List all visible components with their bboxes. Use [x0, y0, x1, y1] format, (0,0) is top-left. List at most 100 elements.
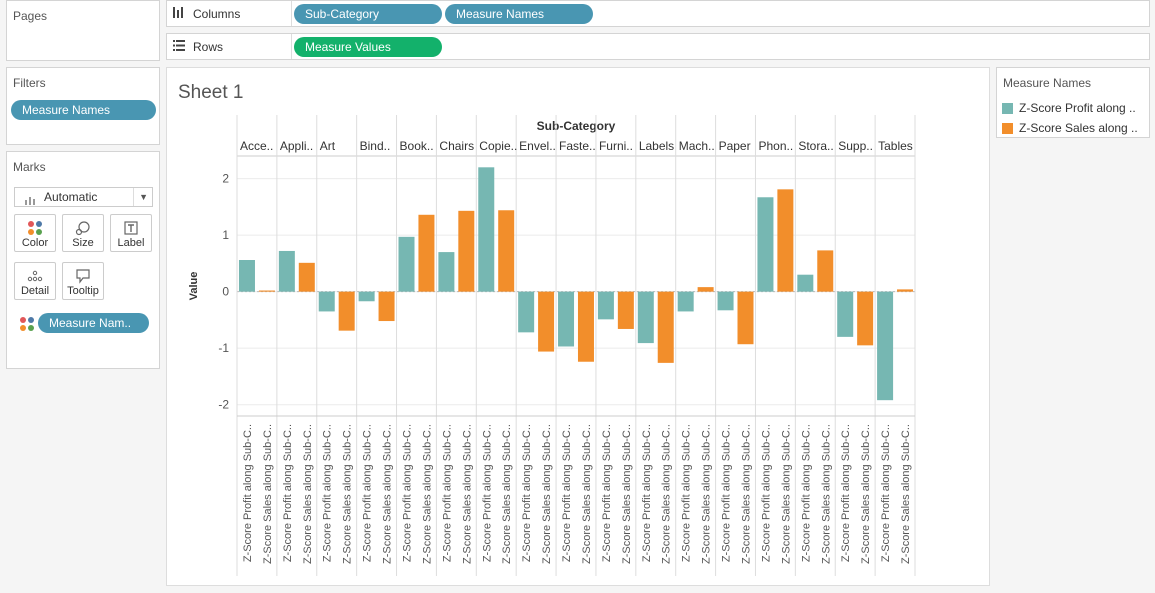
- bar-profit: [877, 291, 894, 401]
- chart-view[interactable]: Sub-Category 2 1 0 -1 -2 Value Acce.. Appli.. Art…: [167, 68, 991, 587]
- bar-sales: [697, 287, 714, 292]
- pages-shelf[interactable]: Pages: [6, 0, 160, 61]
- measure-axis-label: Z-Score Profit along Sub-C..: [840, 424, 852, 562]
- bar-profit: [558, 291, 575, 347]
- bar-profit: [518, 291, 535, 333]
- y-tick-label: 0: [222, 285, 229, 299]
- tooltip-button[interactable]: Tooltip: [62, 262, 104, 300]
- detail-icon: [15, 268, 55, 284]
- bar-profit: [717, 291, 734, 311]
- measure-axis-label: Z-Score Sales along Sub-C..: [262, 424, 274, 564]
- measure-axis-label: Z-Score Profit along Sub-C..: [242, 424, 254, 562]
- columns-icon: [173, 6, 185, 21]
- columns-shelf-header: Columns: [173, 1, 240, 26]
- bar-profit: [398, 236, 415, 292]
- measure-axis-label: Z-Score Sales along Sub-C..: [780, 424, 792, 564]
- bar-profit: [278, 250, 295, 292]
- measure-axis-label: Z-Score Profit along Sub-C..: [322, 424, 334, 562]
- bar-profit: [597, 291, 614, 320]
- bar-sales: [298, 262, 315, 292]
- column-header-title: Sub-Category: [537, 119, 616, 133]
- measure-axis-label: Z-Score Sales along Sub-C..: [421, 424, 433, 564]
- legend-swatch-sales: [1002, 122, 1013, 134]
- category-header: Bind..: [360, 139, 391, 153]
- bar-sales: [817, 250, 834, 292]
- y-tick-label: 1: [222, 228, 229, 242]
- measure-axis-label: Z-Score Sales along Sub-C..: [661, 424, 673, 564]
- bar-sales: [258, 290, 275, 292]
- tooltip-icon: [63, 268, 103, 284]
- y-tick-label: -2: [218, 398, 229, 412]
- measure-axis-label: Z-Score Sales along Sub-C..: [581, 424, 593, 564]
- category-header: Mach..: [679, 139, 715, 153]
- legend-item-sales[interactable]: Z-Score Sales along ..: [1002, 119, 1138, 137]
- bar-sales: [378, 291, 395, 322]
- columns-pill-measure-names[interactable]: Measure Names: [445, 4, 593, 24]
- y-axis-title: Value: [188, 272, 200, 301]
- bar-profit: [438, 252, 455, 292]
- columns-pill-sub-category[interactable]: Sub-Category: [294, 4, 442, 24]
- bar-sales: [458, 210, 475, 292]
- tooltip-button-label: Tooltip: [67, 285, 99, 297]
- category-header: Book..: [400, 139, 434, 153]
- label-button[interactable]: Label: [110, 214, 152, 252]
- rows-pill-measure-values[interactable]: Measure Values: [294, 37, 442, 57]
- dropdown-divider: [133, 188, 134, 206]
- measure-axis-label: Z-Score Sales along Sub-C..: [382, 424, 394, 564]
- color-legend: Measure Names Z-Score Profit along .. Z-…: [996, 67, 1150, 138]
- worksheet: Sheet 1 Sub-Category 2 1 0 -1 -2 Value Acce.. Ap…: [166, 67, 990, 586]
- measure-axis-label: Z-Score Sales along Sub-C..: [820, 424, 832, 564]
- measure-axis-label: Z-Score Sales along Sub-C..: [900, 424, 912, 564]
- measure-axis-label: Z-Score Profit along Sub-C..: [521, 424, 533, 562]
- measure-axis-label: Z-Score Sales along Sub-C..: [701, 424, 713, 564]
- category-header: Furni..: [599, 139, 633, 153]
- measure-axis-label: Z-Score Sales along Sub-C..: [342, 424, 354, 564]
- legend-label-profit: Z-Score Profit along ..: [1019, 101, 1136, 115]
- legend-title: Measure Names: [1003, 76, 1092, 90]
- detail-button[interactable]: Detail: [14, 262, 56, 300]
- measure-axis-label: Z-Score Profit along Sub-C..: [561, 424, 573, 562]
- size-button[interactable]: Size: [62, 214, 104, 252]
- mark-type-dropdown[interactable]: Automatic ▼: [14, 187, 153, 207]
- legend-item-profit[interactable]: Z-Score Profit along ..: [1002, 99, 1136, 117]
- detail-button-label: Detail: [20, 285, 50, 297]
- bar-profit: [637, 291, 654, 344]
- bar-profit: [677, 291, 694, 312]
- measure-axis-label: Z-Score Sales along Sub-C..: [541, 424, 553, 564]
- measure-axis-label: Z-Score Profit along Sub-C..: [402, 424, 414, 562]
- measure-axis-label: Z-Score Profit along Sub-C..: [601, 424, 613, 562]
- measure-axis-label: Z-Score Profit along Sub-C..: [481, 424, 493, 562]
- measure-axis-label: Z-Score Sales along Sub-C..: [302, 424, 314, 564]
- bar-sales: [657, 291, 674, 363]
- filters-shelf[interactable]: Filters Measure Names: [6, 67, 160, 145]
- category-header: Copie..: [479, 139, 517, 153]
- measure-axis-label: Z-Score Profit along Sub-C..: [721, 424, 733, 562]
- bar-chart-icon: [25, 192, 35, 205]
- bar-sales: [418, 214, 435, 292]
- measure-axis-label: Z-Score Profit along Sub-C..: [760, 424, 772, 562]
- measure-axis-label: Z-Score Sales along Sub-C..: [860, 424, 872, 564]
- measure-axis-label: Z-Score Profit along Sub-C..: [441, 424, 453, 562]
- chevron-down-icon: ▼: [139, 192, 148, 202]
- filters-title: Filters: [13, 76, 46, 90]
- legend-swatch-profit: [1002, 102, 1013, 114]
- color-button[interactable]: Color: [14, 214, 56, 252]
- bar-sales: [617, 291, 634, 329]
- marks-field-pill[interactable]: Measure Nam..: [38, 313, 149, 333]
- color-button-label: Color: [21, 237, 49, 249]
- color-icon: [15, 220, 55, 236]
- bar-profit: [318, 291, 335, 312]
- y-tick-label: -1: [218, 341, 229, 355]
- category-header: Phon..: [758, 139, 793, 153]
- pages-title: Pages: [13, 9, 48, 23]
- category-header: Faste..: [559, 139, 596, 153]
- rows-shelf[interactable]: Rows Measure Values: [166, 33, 1150, 60]
- category-header: Tables: [878, 139, 913, 153]
- filter-pill-measure-names[interactable]: Measure Names: [11, 100, 156, 120]
- bar-profit: [797, 274, 814, 292]
- bar-profit: [837, 291, 854, 337]
- bar-sales: [737, 291, 754, 345]
- measure-axis-label: Z-Score Profit along Sub-C..: [641, 424, 653, 562]
- columns-divider: [291, 1, 292, 26]
- columns-shelf[interactable]: Columns Sub-Category Measure Names: [166, 0, 1150, 27]
